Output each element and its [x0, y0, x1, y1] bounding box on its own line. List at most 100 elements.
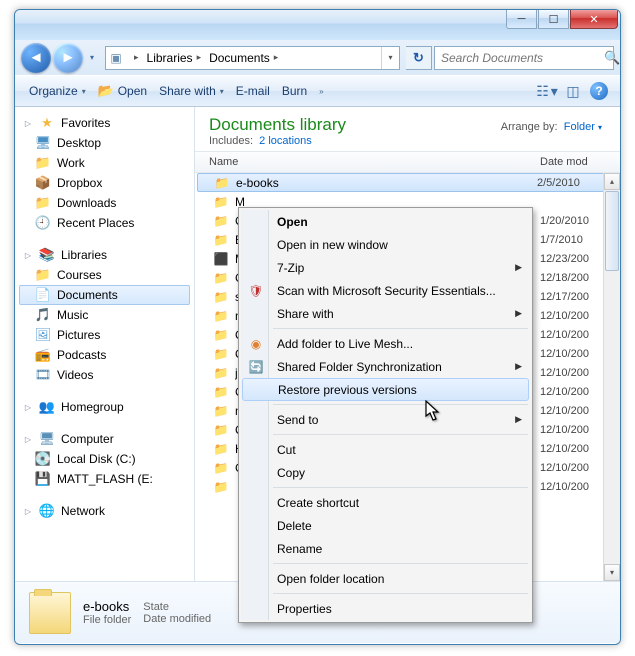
preview-pane-button[interactable]: ◫	[560, 80, 586, 102]
tree-libraries[interactable]: ▷📚Libraries	[15, 245, 194, 265]
file-row[interactable]: 📁e-books2/5/2010	[197, 173, 618, 192]
tree-item[interactable]: 🎵Music	[15, 305, 194, 325]
mesh-icon: ◉	[247, 335, 265, 353]
burn-button[interactable]: Burn	[276, 76, 313, 106]
close-button[interactable]: ✕	[570, 10, 618, 29]
folder-icon: 📁	[35, 267, 51, 283]
tree-item[interactable]: 🖼Pictures	[15, 325, 194, 345]
tree-item-documents[interactable]: 📄Documents	[19, 285, 190, 305]
podcast-icon: 📻	[35, 347, 51, 363]
menu-item[interactable]: Open in new window	[241, 233, 530, 256]
breadcrumb-item[interactable]: Documents▸	[205, 47, 282, 69]
menu-item[interactable]: ◉ Add folder to Live Mesh...	[241, 332, 530, 355]
network-icon: 🌐	[39, 503, 55, 519]
nav-history-dropdown[interactable]: ▾	[85, 49, 99, 67]
breadcrumb-item[interactable]: Libraries▸	[143, 47, 206, 69]
folder-icon: 📁	[213, 309, 229, 323]
arrange-label: Arrange by:	[501, 121, 558, 133]
menu-label: Add folder to Live Mesh...	[277, 337, 413, 351]
menu-item[interactable]: Cut	[241, 438, 530, 461]
menu-item[interactable]: Properties	[241, 597, 530, 620]
tree-label: Pictures	[57, 328, 100, 342]
scroll-thumb[interactable]	[605, 191, 619, 271]
organize-menu[interactable]: Organize▾	[23, 76, 92, 106]
videos-icon: 🎞	[35, 367, 51, 383]
col-name[interactable]: Name	[195, 156, 540, 168]
refresh-button[interactable]: ↻	[406, 46, 432, 70]
arrange-by[interactable]: Arrange by: Folder ▾	[501, 121, 602, 133]
dropbox-icon: 📦	[35, 175, 51, 191]
menu-label: Send to	[277, 413, 318, 427]
open-button[interactable]: 📂Open	[92, 76, 153, 106]
menu-item[interactable]: Copy	[241, 461, 530, 484]
folder-icon: 📁	[213, 214, 229, 228]
share-menu[interactable]: Share with▾	[153, 76, 230, 106]
toolbar-label: Burn	[282, 84, 307, 98]
search-input[interactable]	[435, 51, 604, 65]
tree-item[interactable]: 📻Podcasts	[15, 345, 194, 365]
search-box[interactable]: 🔍	[434, 46, 614, 70]
scrollbar[interactable]: ▴ ▾	[603, 173, 620, 581]
help-button[interactable]: ?	[586, 80, 612, 102]
menu-label: Scan with Microsoft Security Essentials.…	[277, 284, 496, 298]
email-button[interactable]: E-mail	[230, 76, 276, 106]
scroll-down-button[interactable]: ▾	[604, 564, 620, 581]
tree-item[interactable]: 🎞Videos	[15, 365, 194, 385]
menu-item[interactable]: Create shortcut	[241, 491, 530, 514]
menu-separator	[273, 434, 528, 435]
column-headers[interactable]: Name Date mod	[195, 151, 620, 173]
tree-item[interactable]: 🖥Desktop	[15, 133, 194, 153]
tree-network[interactable]: ▷🌐Network	[15, 501, 194, 521]
menu-label: Share with	[277, 307, 334, 321]
tree-item[interactable]: 🕘Recent Places	[15, 213, 194, 233]
folder-icon: 📁	[213, 404, 229, 418]
menu-item[interactable]: Delete	[241, 514, 530, 537]
col-date[interactable]: Date mod	[540, 156, 620, 168]
submenu-arrow-icon: ▶	[515, 308, 522, 319]
address-dropdown[interactable]: ▾	[381, 47, 399, 69]
context-menu: Open Open in new window 7-Zip▶🛡Scan with M…	[238, 207, 533, 623]
tree-item[interactable]: 💽Local Disk (C:)	[15, 449, 194, 469]
folder-icon: 📁	[213, 271, 229, 285]
menu-label: Delete	[277, 519, 312, 533]
tree-item[interactable]: 💾MATT_FLASH (E:	[15, 469, 194, 489]
breadcrumb-item[interactable]: ▸	[126, 47, 143, 69]
menu-item[interactable]: 🔄Shared Folder Synchronization▶	[241, 355, 530, 378]
scroll-up-button[interactable]: ▴	[604, 173, 620, 190]
address-bar[interactable]: ▣ ▸ Libraries▸ Documents▸ ▾	[105, 46, 400, 70]
tree-item[interactable]: 📁Courses	[15, 265, 194, 285]
tree-homegroup[interactable]: ▷👥Homegroup	[15, 397, 194, 417]
tree-item[interactable]: 📁Downloads	[15, 193, 194, 213]
nav-pane: ▷★Favorites 🖥Desktop 📁Work 📦Dropbox 📁Dow…	[15, 107, 195, 581]
menu-label: Rename	[277, 542, 322, 556]
tree-item[interactable]: 📦Dropbox	[15, 173, 194, 193]
more-button[interactable]: »	[313, 76, 329, 106]
forward-button[interactable]: ►	[53, 43, 83, 73]
arrange-value[interactable]: Folder ▾	[564, 121, 602, 133]
back-button[interactable]: ◄	[21, 43, 51, 73]
menu-separator	[273, 404, 528, 405]
view-menu[interactable]: ☷▾	[534, 80, 560, 102]
includes-link[interactable]: 2 locations	[259, 135, 312, 147]
maximize-button[interactable]: ☐	[538, 10, 569, 29]
menu-item[interactable]: Rename	[241, 537, 530, 560]
minimize-button[interactable]: ─	[506, 10, 537, 29]
menu-label: Open in new window	[277, 238, 388, 252]
folder-icon: 📁	[213, 290, 229, 304]
menu-item[interactable]: 7-Zip▶	[241, 256, 530, 279]
titlebar: ─ ☐ ✕	[15, 10, 620, 40]
folder-icon: 📁	[214, 176, 230, 190]
tree-computer[interactable]: ▷🖥Computer	[15, 429, 194, 449]
library-header: Documents library Includes: 2 locations …	[195, 107, 620, 151]
menu-item[interactable]: Share with ▶	[241, 302, 530, 325]
menu-item[interactable]: Open folder location	[241, 567, 530, 590]
tree-item[interactable]: 📁Work	[15, 153, 194, 173]
menu-item[interactable]: Open	[241, 210, 530, 233]
menu-item[interactable]: Send to▶	[241, 408, 530, 431]
tree-favorites[interactable]: ▷★Favorites	[15, 113, 194, 133]
menu-label: Restore previous versions	[278, 383, 417, 397]
folder-icon: 📁	[213, 233, 229, 247]
menu-item[interactable]: 🛡Scan with Microsoft Security Essentials…	[241, 279, 530, 302]
breadcrumb-label: Libraries	[147, 51, 193, 65]
menu-item[interactable]: Restore previous versions	[242, 378, 529, 401]
